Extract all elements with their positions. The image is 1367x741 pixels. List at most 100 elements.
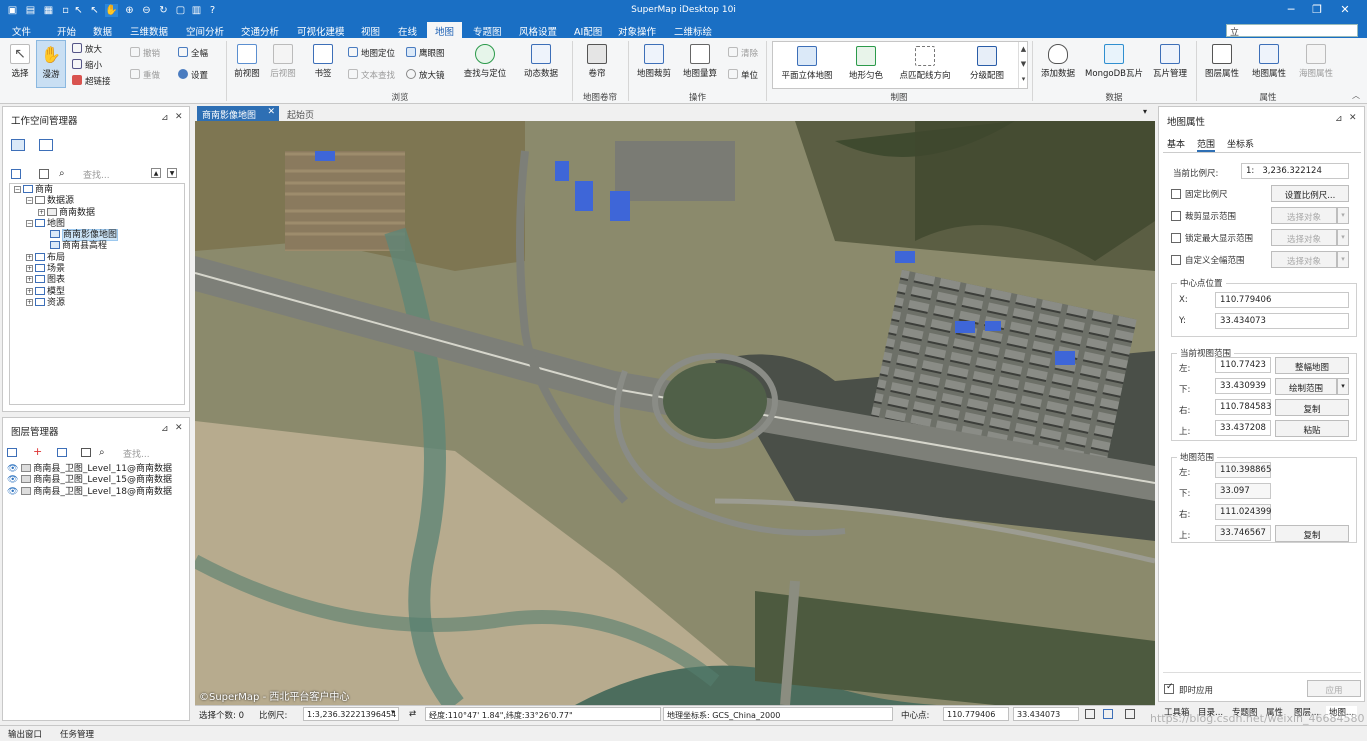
close-icon[interactable]: ✕ bbox=[1349, 113, 1357, 123]
chart-props-button[interactable]: 海图属性 bbox=[1295, 44, 1337, 79]
menu-3d-data[interactable]: 三维数据 bbox=[130, 24, 168, 38]
view-left-field[interactable]: 110.77423 bbox=[1215, 357, 1271, 373]
swap-icon[interactable]: ⇄ bbox=[409, 709, 416, 719]
tab-dropdown-icon[interactable]: ▾ bbox=[1143, 107, 1147, 116]
tree-node-models[interactable]: + 模型 bbox=[14, 286, 118, 298]
view-top-field[interactable]: 33.437208 bbox=[1215, 420, 1271, 436]
menu-object-ops[interactable]: 对象操作 bbox=[618, 24, 656, 38]
close-icon[interactable]: ✕ bbox=[175, 423, 183, 433]
scale-combo[interactable]: 1:3,236.32221396454 bbox=[303, 707, 399, 721]
paste-button[interactable]: 粘贴 bbox=[1275, 420, 1349, 437]
quick-search-input[interactable]: 立 bbox=[1226, 24, 1358, 38]
locate-icon[interactable] bbox=[1103, 709, 1113, 719]
mongodb-tiles-button[interactable]: MongoDB瓦片 bbox=[1085, 44, 1143, 79]
center-y-field[interactable]: 33.434073 bbox=[1215, 313, 1349, 329]
layer-style-icon[interactable] bbox=[7, 448, 17, 457]
maximize-icon[interactable]: ❐ bbox=[1302, 3, 1332, 16]
map-clip-button[interactable]: 地图裁剪 bbox=[634, 44, 674, 79]
menu-online[interactable]: 在线 bbox=[398, 24, 417, 38]
fixed-scale-checkbox[interactable] bbox=[1171, 189, 1181, 199]
tree-node-map-selected[interactable]: 商南影像地图 bbox=[14, 229, 119, 242]
menu-visual-modeling[interactable]: 可视化建模 bbox=[297, 24, 345, 38]
tab-basic[interactable]: 基本 bbox=[1167, 137, 1185, 150]
text-find-button[interactable]: 文本查找 bbox=[348, 69, 395, 81]
workspace-tab-icon[interactable] bbox=[11, 139, 25, 151]
redo-button[interactable]: 重做 bbox=[130, 69, 160, 81]
select-object-button[interactable]: 选择对象 bbox=[1271, 229, 1337, 246]
gallery-item[interactable]: 点匹配线方向 bbox=[895, 46, 955, 81]
dropdown-icon[interactable]: ▾ bbox=[1337, 207, 1349, 224]
select-object-button[interactable]: 选择对象 bbox=[1271, 207, 1337, 224]
search-icon[interactable]: ⌕ bbox=[99, 447, 105, 458]
clip-display-checkbox[interactable] bbox=[1171, 211, 1181, 221]
scale-dropdown-icon[interactable]: ▾ bbox=[391, 708, 395, 716]
zoom-out-button[interactable]: 缩小 bbox=[72, 59, 102, 71]
layer-search-input[interactable]: 查找... bbox=[123, 447, 150, 460]
pin-icon[interactable]: ⊿ bbox=[161, 424, 169, 434]
menu-file[interactable]: 文件 bbox=[12, 24, 31, 38]
close-icon[interactable]: ✕ bbox=[175, 112, 183, 122]
menu-thematic[interactable]: 专题图 bbox=[473, 24, 502, 38]
set-scale-button[interactable]: 设置比例尺... bbox=[1271, 185, 1349, 202]
workspace-search-input[interactable]: 查找... bbox=[83, 168, 110, 181]
menu-ai-mapping[interactable]: AI配图 bbox=[574, 24, 602, 38]
copy-coords-icon[interactable] bbox=[1085, 709, 1095, 719]
eagle-eye-button[interactable]: 鹰眼图 bbox=[406, 47, 445, 59]
menu-view[interactable]: 视图 bbox=[361, 24, 380, 38]
layer-save-icon[interactable] bbox=[81, 448, 91, 457]
roller-button[interactable]: 卷帘 bbox=[583, 44, 611, 79]
workspace-menu-icon[interactable] bbox=[11, 169, 21, 179]
draw-extent-button[interactable]: 绘制范围 bbox=[1275, 378, 1337, 395]
eye-icon[interactable]: 👁 bbox=[7, 487, 18, 497]
dynamic-data-button[interactable]: 动态数据 bbox=[520, 44, 562, 79]
close-tab-icon[interactable]: ✕ bbox=[267, 107, 275, 117]
new-icon[interactable] bbox=[39, 169, 49, 179]
full-map-button[interactable]: 整幅地图 bbox=[1275, 357, 1349, 374]
tree-node-resources[interactable]: + 资源 bbox=[14, 297, 118, 309]
undo-button[interactable]: 撤销 bbox=[130, 47, 160, 59]
resource-tab-icon[interactable] bbox=[39, 139, 53, 151]
lock-icon[interactable] bbox=[1125, 709, 1135, 719]
menu-style[interactable]: 风格设置 bbox=[519, 24, 557, 38]
tile-mgmt-button[interactable]: 瓦片管理 bbox=[1150, 44, 1190, 79]
tree-node-workspace[interactable]: − 商南 bbox=[14, 185, 118, 196]
layer-row[interactable]: 👁 商南县_卫图_Level_18@商南数据 bbox=[7, 486, 172, 498]
center-y-field[interactable]: 33.434073 bbox=[1013, 707, 1079, 721]
tab-start-page[interactable]: 起始页 bbox=[287, 108, 314, 121]
bookmark-button[interactable]: 书签 bbox=[310, 44, 336, 79]
center-x-field[interactable]: 110.779406 bbox=[943, 707, 1009, 721]
tree-node-datasources[interactable]: − 数据源 bbox=[14, 196, 118, 207]
tree-node-datasource[interactable]: + 商南数据 bbox=[14, 207, 118, 219]
search-icon[interactable]: ⌕ bbox=[59, 168, 65, 179]
next-view-button[interactable]: 后视图 bbox=[267, 44, 299, 79]
select-button[interactable]: ↖ 选择 bbox=[6, 44, 34, 79]
tab-task-manager[interactable]: 任务管理 bbox=[60, 728, 94, 740]
gallery-item[interactable]: 地形匀色 bbox=[841, 46, 891, 81]
tab-extent[interactable]: 范围 bbox=[1197, 137, 1216, 152]
tree-node-charts[interactable]: + 图表 bbox=[14, 275, 118, 286]
pin-icon[interactable]: ⊿ bbox=[161, 113, 169, 123]
prev-icon[interactable]: ▲ bbox=[151, 168, 161, 178]
tab-output-window[interactable]: 输出窗口 bbox=[8, 728, 42, 740]
select-object-button[interactable]: 选择对象 bbox=[1271, 251, 1337, 268]
menu-map[interactable]: 地图 bbox=[427, 22, 463, 38]
unit-button[interactable]: 单位 bbox=[728, 69, 758, 81]
tree-node-scenes[interactable]: + 场景 bbox=[14, 264, 118, 275]
map-view[interactable]: ©SuperMap - 西北平台客户中心 bbox=[195, 121, 1155, 705]
tab-crs[interactable]: 坐标系 bbox=[1227, 137, 1254, 150]
collapse-ribbon-icon[interactable]: ︿ bbox=[1352, 90, 1360, 101]
gallery-item[interactable]: 平面立体地图 bbox=[777, 46, 837, 81]
tree-node-map[interactable]: 商南县高程 bbox=[14, 241, 118, 252]
pan-button[interactable]: ✋ 漫游 bbox=[36, 40, 66, 88]
layer-row[interactable]: 👁 商南县_卫图_Level_11@商南数据 bbox=[7, 464, 172, 475]
clear-button[interactable]: 清除 bbox=[728, 47, 758, 59]
next-icon[interactable]: ▼ bbox=[167, 168, 177, 178]
custom-full-checkbox[interactable] bbox=[1171, 255, 1181, 265]
pin-icon[interactable]: ⊿ bbox=[1335, 114, 1343, 124]
scale-field[interactable]: 1: 3,236.322124 bbox=[1241, 163, 1349, 179]
dropdown-icon[interactable]: ▾ bbox=[1337, 251, 1349, 268]
tab-map[interactable]: 商南影像地图 ✕ bbox=[197, 106, 279, 121]
layer-group-icon[interactable] bbox=[57, 448, 67, 457]
map-calc-button[interactable]: 地图量算 bbox=[680, 44, 720, 79]
eye-icon[interactable]: 👁 bbox=[7, 464, 18, 474]
